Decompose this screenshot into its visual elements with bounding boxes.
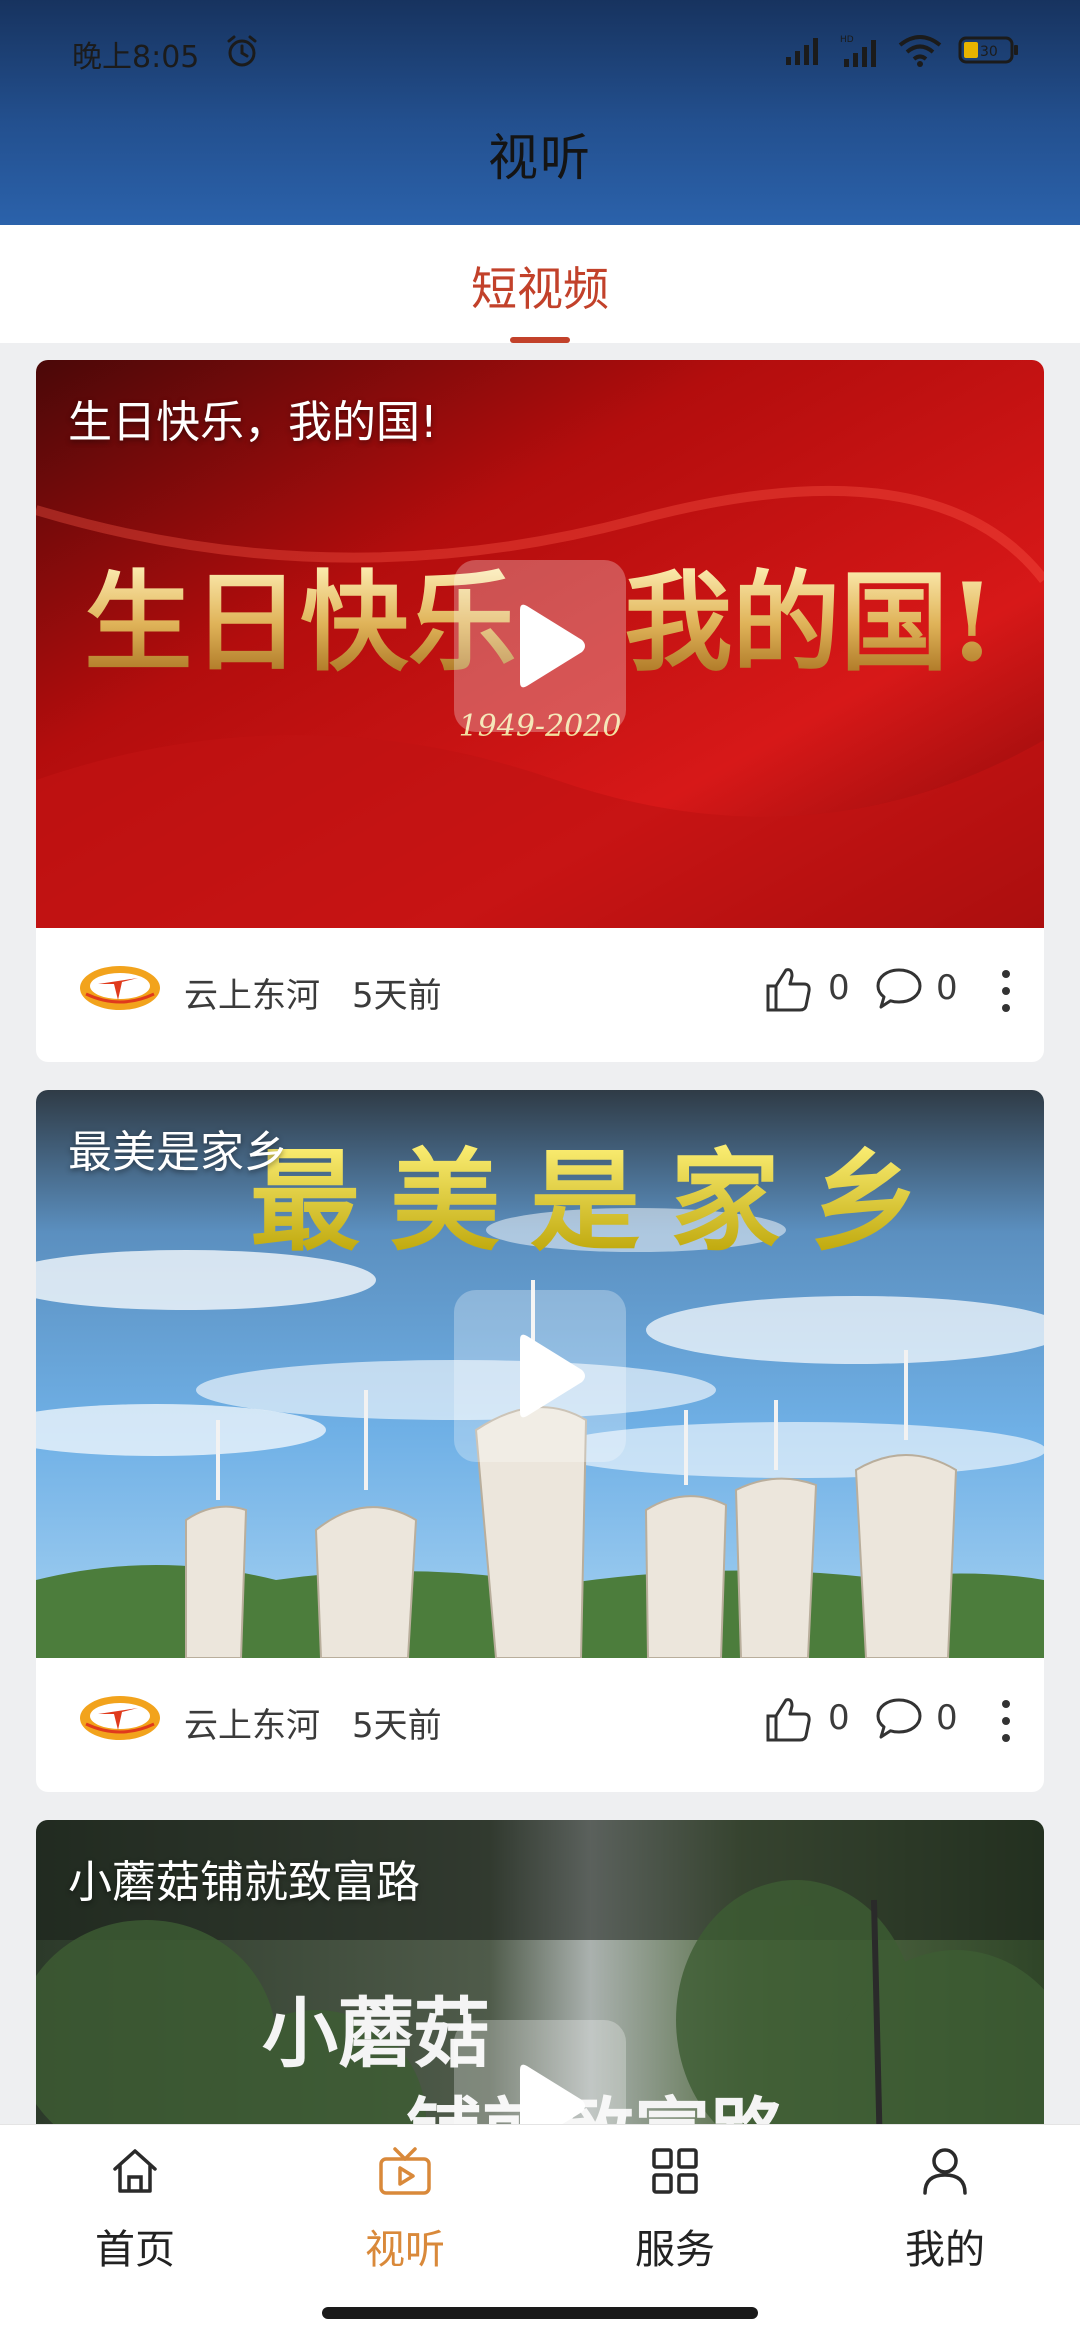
page-title: 视听 <box>488 129 592 187</box>
battery-level: 30 <box>980 44 998 60</box>
nav-label-mine: 我的 <box>905 2227 985 2273</box>
play-icon <box>520 604 585 688</box>
nav-label-video: 视听 <box>365 2227 445 2273</box>
video-thumbnail[interactable]: 最美是家乡 最美是家乡 <box>36 1090 1044 1658</box>
video-card[interactable]: 最美是家乡 最美是家乡 云上东河 5天前 0 0 <box>36 1090 1044 1792</box>
video-meta: 云上东河 5天前 0 0 <box>36 1658 1044 1792</box>
person-icon <box>923 2148 967 2195</box>
status-bar: 晚上8:05 HD 30 <box>0 0 1080 100</box>
more-options-icon[interactable] <box>1000 1698 1012 1744</box>
grid-icon <box>652 2148 698 2194</box>
more-options-icon[interactable] <box>1000 968 1012 1014</box>
nav-label-home: 首页 <box>95 2227 175 2273</box>
video-thumbnail[interactable]: 生日快乐，我的国! 1949-2020 生日快乐，我的国! <box>36 360 1044 928</box>
tab-short-video[interactable]: 短视频 <box>0 253 1080 319</box>
source-name[interactable]: 云上东河 <box>184 1698 320 1747</box>
play-button[interactable] <box>454 560 626 732</box>
source-logo-icon[interactable] <box>78 1690 162 1746</box>
comment-icon[interactable] <box>874 1694 924 1744</box>
video-icon <box>379 2147 431 2195</box>
comment-count: 0 <box>936 968 958 1008</box>
home-indicator[interactable] <box>322 2307 758 2319</box>
battery-icon: 30 <box>958 36 1018 64</box>
publish-time: 5天前 <box>352 1706 442 1746</box>
nav-item-mine[interactable]: 我的 <box>810 2145 1080 2295</box>
tab-bar: 短视频 <box>0 225 1080 343</box>
video-title[interactable]: 最美是家乡 <box>68 1116 288 1180</box>
source-logo-icon[interactable] <box>78 960 162 1016</box>
app-header: 晚上8:05 HD 30 视听 <box>0 0 1080 225</box>
source-name[interactable]: 云上东河 <box>184 968 320 1017</box>
video-title[interactable]: 小蘑菇铺就致富路 <box>68 1846 420 1910</box>
nav-label-services: 服务 <box>635 2227 715 2273</box>
like-count: 0 <box>828 1698 850 1738</box>
video-meta: 云上东河 5天前 0 0 <box>36 928 1044 1062</box>
signal-hd-icon: HD <box>840 35 876 67</box>
home-icon <box>113 2149 157 2193</box>
thumbnail-overlay-text: 最美是家乡 <box>250 1137 950 1266</box>
video-card[interactable]: 生日快乐，我的国! 1949-2020 生日快乐，我的国! 云上东河 5天前 <box>36 360 1044 1062</box>
status-time: 晚上8:05 <box>72 40 200 75</box>
comment-count: 0 <box>936 1698 958 1738</box>
nav-item-services[interactable]: 服务 <box>540 2145 810 2295</box>
video-title[interactable]: 生日快乐，我的国! <box>68 386 438 450</box>
like-count: 0 <box>828 968 850 1008</box>
like-icon[interactable] <box>762 1694 814 1746</box>
svg-text:HD: HD <box>840 35 854 45</box>
publish-time: 5天前 <box>352 976 442 1016</box>
signal-icon <box>786 38 818 65</box>
play-button[interactable] <box>454 1290 626 1462</box>
tab-active-indicator <box>510 337 570 343</box>
nav-item-home[interactable]: 首页 <box>0 2145 270 2295</box>
comment-icon[interactable] <box>874 964 924 1014</box>
alarm-clock-icon <box>227 35 257 67</box>
nav-item-video[interactable]: 视听 <box>270 2145 540 2295</box>
play-icon <box>520 1334 585 1418</box>
wifi-icon <box>898 35 942 67</box>
like-icon[interactable] <box>762 964 814 1016</box>
